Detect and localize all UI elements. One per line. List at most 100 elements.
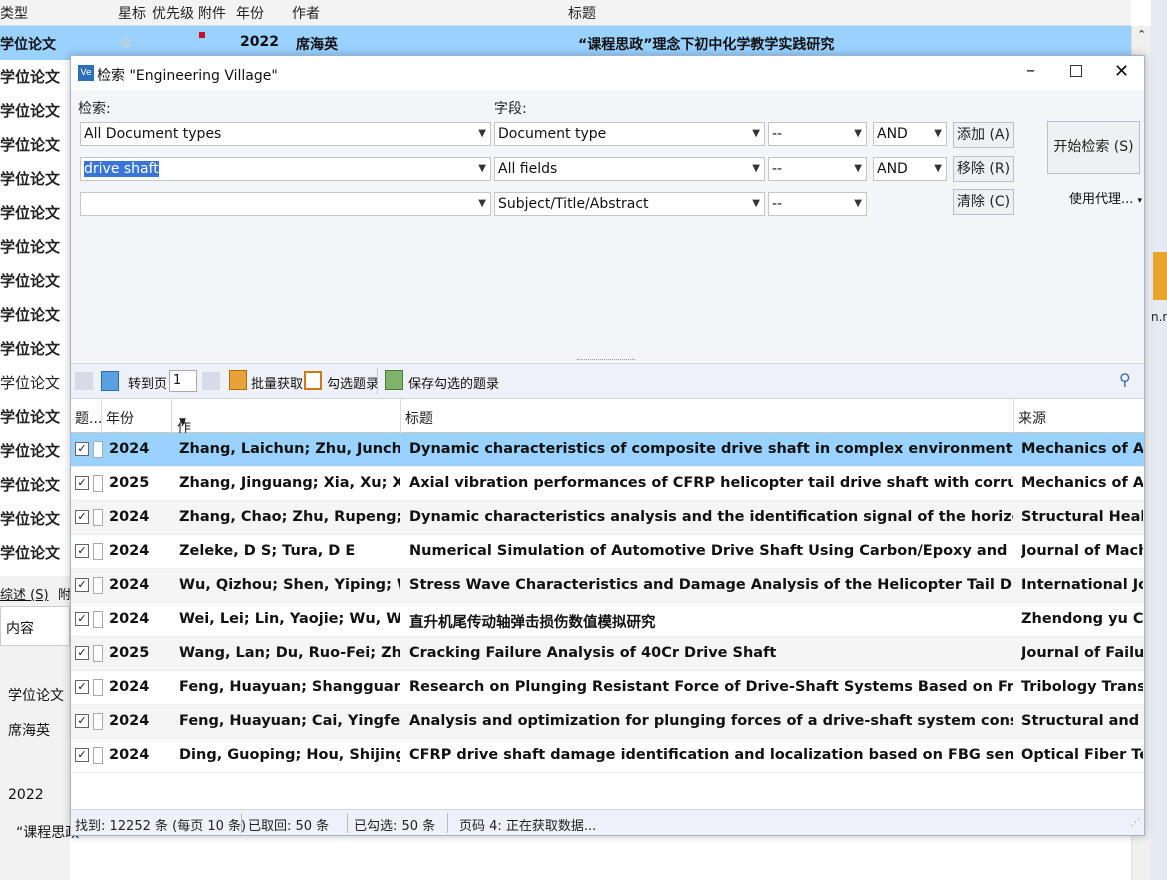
- maximize-icon[interactable]: [1070, 65, 1082, 77]
- table-row[interactable]: ✓2024Wu, Qizhou; Shen, Yiping; Wang, SSt…: [71, 569, 1144, 603]
- close-icon[interactable]: ✕: [1114, 61, 1129, 82]
- table-row[interactable]: ✓2024Wei, Lei; Lin, Yaojie; Wu, Wangjiar…: [71, 603, 1144, 637]
- check-records-button[interactable]: 勾选题录: [327, 373, 379, 392]
- table-row[interactable]: ✓2025Wang, Lan; Du, Ruo-Fei; Zhang, XuCr…: [71, 637, 1144, 671]
- bg-type-cell[interactable]: 学位论文: [0, 264, 70, 298]
- goto-page-label[interactable]: 转到页: [128, 373, 167, 392]
- bg-col-priority[interactable]: 优先级: [152, 3, 194, 23]
- table-row[interactable]: ✓ 2024 Ding, Guoping; Hou, Shijing CFRP dri…: [71, 739, 1144, 773]
- table-row[interactable]: ✓2024Zhang, Laichun; Zhu, Junchao; ZhaDy…: [71, 433, 1144, 467]
- checkbox[interactable]: ✓: [75, 510, 89, 524]
- clear-button[interactable]: 清除 (C): [953, 189, 1014, 215]
- check-records-icon[interactable]: [304, 371, 322, 390]
- checkbox[interactable]: ✓: [75, 680, 89, 694]
- checkbox[interactable]: ✓: [75, 442, 89, 456]
- document-icon: [93, 509, 103, 526]
- splitter-handle[interactable]: [577, 359, 635, 361]
- checkbox[interactable]: ✓: [75, 476, 89, 490]
- goto-page-icon[interactable]: [101, 371, 119, 391]
- minimize-icon[interactable]: –: [1026, 60, 1035, 81]
- search-term-combo-1[interactable]: All Document types ▼: [80, 122, 491, 146]
- desktop-strip: n.ra: [1151, 0, 1167, 880]
- app-icon: Ve: [78, 65, 94, 81]
- add-button[interactable]: 添加 (A): [953, 122, 1014, 148]
- bg-type-cell[interactable]: 学位论文: [0, 162, 70, 196]
- bg-content-header: 内容: [6, 621, 34, 637]
- table-row[interactable]: ✓2024Feng, Huayuan; Shangguan, Wen-..Res…: [71, 671, 1144, 705]
- search-term-combo-3[interactable]: ▼: [80, 192, 491, 216]
- scroll-up-icon[interactable]: ⌃: [1137, 28, 1146, 41]
- bg-type-cell[interactable]: 学位论文: [0, 400, 70, 434]
- bg-type-cell[interactable]: 学位论文: [0, 230, 70, 264]
- dialog-titlebar[interactable]: Ve 检索 "Engineering Village" – ✕: [71, 56, 1144, 90]
- bg-type-cell[interactable]: 学位论文: [0, 196, 70, 230]
- bg-col-type[interactable]: 类型: [0, 3, 28, 23]
- chevron-down-icon: ▼: [478, 163, 486, 174]
- next-page-icon[interactable]: [202, 372, 220, 390]
- bg-col-attachment[interactable]: 附件: [198, 3, 226, 23]
- search-clear-icon[interactable]: ⚲: [1119, 370, 1131, 389]
- document-icon: [93, 611, 103, 628]
- col-header-title[interactable]: 标题: [405, 408, 433, 428]
- modifier-combo-1[interactable]: -- ▼: [768, 122, 867, 146]
- batch-fetch-button[interactable]: 批量获取: [251, 373, 303, 392]
- modifier-combo-3[interactable]: -- ▼: [768, 192, 867, 216]
- chevron-down-icon: ▼: [854, 163, 862, 174]
- bg-type-cell[interactable]: 学位论文: [0, 536, 70, 570]
- remove-button[interactable]: 移除 (R): [953, 156, 1014, 182]
- bg-type-cell[interactable]: 学位论文: [0, 298, 70, 332]
- batch-fetch-icon[interactable]: [229, 370, 247, 390]
- bg-type-cell[interactable]: 学位论文: [0, 502, 70, 536]
- table-row[interactable]: ✓2024Zhang, Chao; Zhu, Rupeng; Wang,Dyna…: [71, 501, 1144, 535]
- chevron-down-icon: ▼: [752, 163, 760, 174]
- chevron-down-icon: ▼: [478, 128, 486, 139]
- bg-col-title[interactable]: 标题: [568, 3, 596, 23]
- checkbox[interactable]: ✓: [75, 714, 89, 728]
- use-proxy-button[interactable]: 使用代理... ▾: [1069, 188, 1142, 207]
- resize-grip-icon[interactable]: ⋰: [1131, 818, 1140, 828]
- page-number-input[interactable]: 1: [169, 370, 197, 392]
- bg-detail-author: 席海英: [8, 723, 50, 739]
- search-term-combo-2[interactable]: drive shaft ▼: [80, 157, 491, 181]
- save-records-icon[interactable]: [385, 370, 403, 390]
- star-icon[interactable]: ✲: [120, 36, 132, 52]
- bg-type-cell[interactable]: 学位论文: [0, 128, 70, 162]
- start-search-button[interactable]: 开始检索 (S): [1047, 121, 1140, 174]
- bg-type-cell[interactable]: 学位论文: [0, 468, 70, 502]
- checkbox[interactable]: ✓: [75, 646, 89, 660]
- modifier-combo-2[interactable]: -- ▼: [768, 157, 867, 181]
- checkbox[interactable]: ✓: [75, 578, 89, 592]
- prev-page-icon[interactable]: [75, 372, 93, 390]
- checkbox[interactable]: ✓: [75, 544, 89, 558]
- document-icon: [93, 713, 103, 730]
- bg-type-cell[interactable]: 学位论文: [0, 60, 70, 94]
- table-row[interactable]: ✓2024Feng, Huayuan; Cai, Yingfeng; ShaAn…: [71, 705, 1144, 739]
- bg-type-cell[interactable]: 学位论文: [0, 434, 70, 468]
- save-checked-button[interactable]: 保存勾选的题录: [408, 373, 499, 392]
- field-combo-2[interactable]: All fields ▼: [494, 157, 765, 181]
- col-header-year[interactable]: 年份: [106, 408, 134, 428]
- archive-icon[interactable]: [1153, 252, 1167, 300]
- checkbox[interactable]: ✓: [75, 612, 89, 626]
- operator-combo-2[interactable]: AND ▼: [873, 157, 947, 181]
- bg-tab-summary[interactable]: 综述 (S): [0, 584, 49, 603]
- bg-type-cell[interactable]: 学位论文: [0, 366, 70, 400]
- table-row[interactable]: ✓ 2024 Zeleke, D S; Tura, D E Numerical Sim…: [71, 535, 1144, 569]
- bg-type-cell[interactable]: 学位论文: [0, 332, 70, 366]
- bg-col-star[interactable]: 星标: [118, 3, 146, 23]
- attachment-icon[interactable]: [199, 32, 205, 38]
- checkbox[interactable]: ✓: [75, 748, 89, 762]
- chevron-down-icon: ▼: [854, 198, 862, 209]
- col-header-source[interactable]: 来源: [1018, 408, 1046, 428]
- field-combo-3[interactable]: Subject/Title/Abstract ▼: [494, 192, 765, 216]
- bg-col-author[interactable]: 作者: [292, 3, 320, 23]
- col-header-type[interactable]: 题...: [75, 408, 102, 428]
- table-row[interactable]: ✓2025Zhang, Jinguang; Xia, Xu; Xiao, Sha…: [71, 467, 1144, 501]
- operator-combo-1[interactable]: AND ▼: [873, 122, 947, 146]
- search-label: 检索:: [78, 101, 111, 117]
- field-combo-1[interactable]: Document type ▼: [494, 122, 765, 146]
- bg-col-year[interactable]: 年份: [236, 3, 264, 23]
- toolbar-divider: [377, 368, 378, 394]
- search-form: 检索: 字段: All Document types ▼ Document typ…: [71, 90, 1144, 362]
- bg-type-cell[interactable]: 学位论文: [0, 94, 70, 128]
